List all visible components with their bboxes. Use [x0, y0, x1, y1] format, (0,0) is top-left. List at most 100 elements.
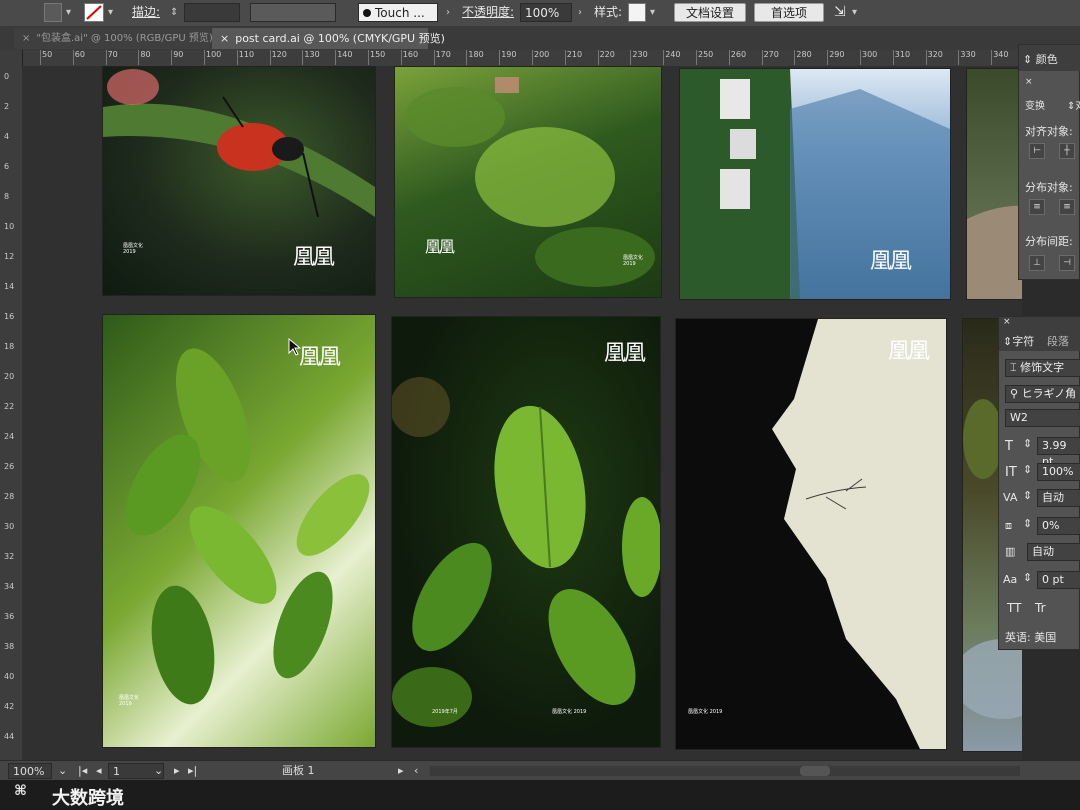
tab-transform[interactable]: 变换 [1025, 97, 1045, 112]
next-artboard-icon[interactable]: ▸ [174, 763, 180, 779]
stroke-stepper-icon[interactable]: ⇕ [170, 3, 178, 22]
search-icon: ⚲ [1010, 387, 1022, 400]
horizontal-ruler[interactable]: 50 60 70 80 90 100 110 120 130 140 150 160 170 180 190… [22, 50, 1022, 67]
card-moss-forest[interactable]: 凰凰 凰凰文化 2019 [394, 66, 662, 298]
cliff-photo [676, 319, 920, 749]
caption-text: 凰凰文化 2019 [688, 709, 723, 715]
scroll-left-icon[interactable]: ‹ [414, 763, 418, 779]
vertical-scale-icon: IT [1005, 465, 1017, 480]
brush-field[interactable]: Touch ... [358, 3, 438, 22]
ruler-tick-label: 30 [4, 522, 15, 531]
distribute-center-icon[interactable]: ≡ [1059, 199, 1075, 215]
ruler-tick-label: 230 [630, 50, 648, 65]
brush-dropdown-icon[interactable]: › [446, 3, 450, 22]
ruler-tick-label: 42 [4, 702, 15, 711]
scrollbar-thumb[interactable] [800, 766, 830, 776]
artboard-dropdown-icon[interactable]: ⌄ [154, 763, 163, 779]
card-beetle[interactable]: 凰凰 凰凰文化 2019 [102, 66, 376, 296]
close-icon[interactable]: × [22, 33, 30, 44]
ruler-tick-label: 10 [4, 222, 15, 231]
stroke-label[interactable]: 描边: [132, 3, 160, 22]
ruler-tick-label: 220 [597, 50, 615, 65]
style-dropdown-icon[interactable]: ▾ [650, 3, 655, 22]
last-artboard-icon[interactable]: ▸| [188, 763, 197, 779]
touch-type-label: 修饰文字 [1020, 361, 1065, 374]
tab-color-label: 颜色 [1035, 53, 1058, 66]
fill-swatch[interactable] [44, 3, 62, 22]
tracking-field[interactable]: 0% [1037, 517, 1080, 535]
font-size-field[interactable]: 3.99 pt [1037, 437, 1080, 468]
distribute-horizontal-icon[interactable]: ⊣ [1059, 255, 1075, 271]
ruler-tick-label: 330 [958, 50, 976, 65]
preferences-button[interactable]: 首选项 [754, 3, 824, 22]
distribute-vertical-icon[interactable]: ⊥ [1029, 255, 1045, 271]
close-icon[interactable]: × [220, 32, 229, 45]
ruler-tick-label: 240 [663, 50, 681, 65]
stroke-dropdown-icon[interactable]: ▾ [108, 3, 113, 22]
zoom-dropdown-icon[interactable]: ⌄ [58, 763, 67, 779]
small-caps-button[interactable]: Tr [1035, 601, 1046, 615]
touch-type-button[interactable]: ⌶ 修饰文字 [1005, 359, 1080, 377]
fill-dropdown-icon[interactable]: ▾ [66, 3, 71, 22]
tab-character[interactable]: ⇕字符 [1003, 333, 1034, 349]
variable-width-field[interactable] [250, 3, 336, 22]
tracking-icon: ⧈ [1005, 519, 1012, 532]
opacity-label[interactable]: 不透明度: [462, 3, 514, 22]
stepper-icon[interactable]: ⇕ [1023, 517, 1032, 530]
status-bar: 100% ⌄ |◂ ◂ 1 ⌄ ▸ ▸| 画板 1 ▸ ‹ [0, 760, 1080, 781]
card-mountain-village[interactable]: 凰凰 [679, 68, 951, 300]
ruler-tick-label: 0 [4, 72, 10, 81]
tab-paragraph[interactable]: 段落 [1047, 333, 1069, 349]
horizontal-scrollbar[interactable] [430, 766, 1020, 776]
style-swatch[interactable] [628, 3, 646, 22]
ruler-tick-label: 120 [269, 50, 287, 65]
cursor-arrow-icon [288, 338, 302, 356]
font-style-field[interactable]: W2 [1005, 409, 1080, 427]
vertical-ruler[interactable]: 0 2 4 6 8 10 12 14 16 18 20 22 24 26 28 30 32 34 36 38 40 42 4… [0, 50, 23, 760]
vertical-scale-field[interactable]: 100% [1037, 463, 1080, 481]
tab-packaging-doc[interactable]: × "包装盒.ai" @ 100% (RGB/GPU 预览) [14, 28, 213, 49]
first-artboard-icon[interactable]: |◂ [78, 763, 87, 779]
ruler-tick-label: 170 [433, 50, 451, 65]
align-left-icon[interactable]: ⊢ [1029, 143, 1045, 159]
tab-align[interactable]: ⇕对 [1067, 97, 1080, 112]
ruler-tick-label: 140 [335, 50, 353, 65]
zoom-field[interactable]: 100% [8, 763, 52, 779]
all-caps-button[interactable]: TT [1007, 601, 1021, 615]
ruler-tick-label: 8 [4, 192, 10, 201]
baseline-shift-field[interactable]: 0 pt [1037, 571, 1080, 589]
color-panel-tab[interactable]: ⇕ 颜色 [1023, 51, 1058, 67]
arrange-icon[interactable]: ⇲ [834, 3, 846, 22]
distribute-top-icon[interactable]: ≡ [1029, 199, 1045, 215]
status-menu-icon[interactable]: ▸ [398, 763, 404, 779]
arrange-dropdown-icon[interactable]: ▾ [852, 3, 857, 22]
stroke-swatch[interactable] [84, 3, 104, 22]
stepper-icon[interactable]: ⇕ [1023, 571, 1032, 584]
card-cliff-silhouette[interactable]: 凰凰 凰凰文化 2019 [675, 318, 947, 750]
ruler-tick-label: 80 [138, 50, 151, 65]
artboard-canvas[interactable]: 凰凰 凰凰文化 2019 凰凰 凰凰文化 2019 凰凰 凰凰 凰凰文化 201… [22, 66, 1022, 760]
language-select[interactable]: 英语: 美国 [1005, 629, 1056, 645]
opacity-dropdown-icon[interactable]: › [578, 3, 582, 22]
document-setup-button[interactable]: 文档设置 [674, 3, 746, 22]
prev-artboard-icon[interactable]: ◂ [96, 763, 102, 779]
close-icon[interactable]: × [1025, 77, 1033, 87]
brand-logo: 凰凰 [870, 249, 912, 274]
stepper-icon[interactable]: ⇕ [1023, 437, 1032, 450]
card-tea-leaves-light[interactable]: 凰凰 凰凰文化 2019 [102, 314, 376, 748]
ruler-tick-label: 22 [4, 402, 15, 411]
stroke-weight-field[interactable] [184, 3, 240, 22]
stepper-icon[interactable]: ⇕ [1023, 463, 1032, 476]
align-center-icon[interactable]: ┼ [1059, 143, 1075, 159]
card-tea-leaf-dark[interactable]: 凰凰 2019年7月 凰凰文化 2019 [391, 316, 661, 748]
tab-post-card[interactable]: × post card.ai @ 100% (CMYK/GPU 预览) [212, 28, 445, 49]
ruler-tick-label: 150 [367, 50, 386, 65]
leading-field[interactable]: 自动 [1027, 543, 1080, 561]
font-family-field[interactable]: ⚲ ヒラギノ角 [1005, 385, 1080, 403]
card-rock-partial[interactable] [966, 68, 1022, 300]
close-icon[interactable]: × [1003, 317, 1011, 327]
stepper-icon[interactable]: ⇕ [1023, 489, 1032, 502]
kerning-field[interactable]: 自动 [1037, 489, 1080, 507]
artboard-name-label: 画板 1 [282, 764, 315, 777]
opacity-field[interactable]: 100% [520, 3, 572, 22]
